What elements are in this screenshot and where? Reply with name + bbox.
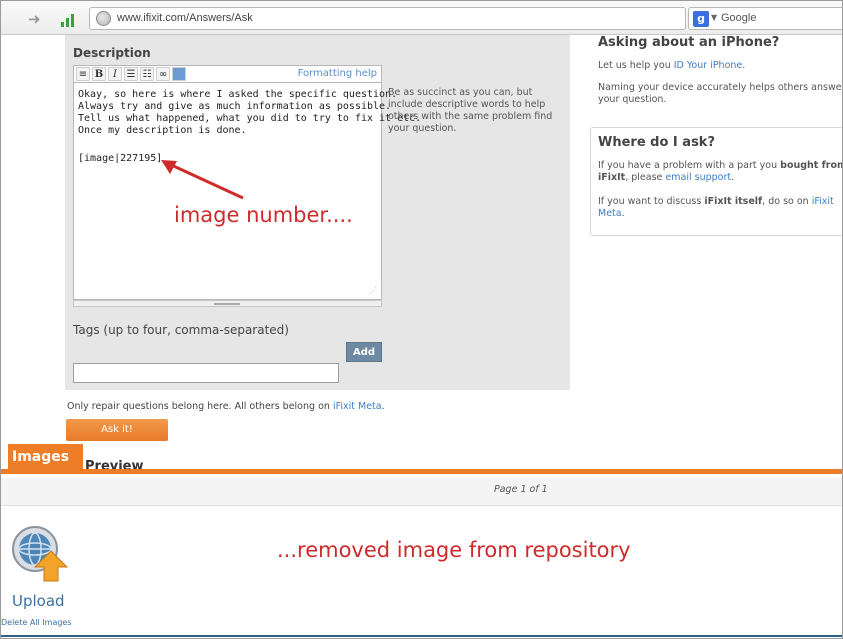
editor-toolbar: ≡ B I ☰ ☷ ∞ Formatting help — [73, 65, 382, 83]
iphone-help-prefix: Let us help you — [598, 60, 671, 71]
tags-input[interactable] — [73, 363, 339, 383]
formatting-help-link[interactable]: Formatting help — [298, 68, 377, 79]
numbered-list-icon[interactable]: ☷ — [140, 67, 154, 81]
delete-all-images-link[interactable]: Delete All Images — [1, 618, 72, 627]
ask-it-button[interactable]: Ask it! — [66, 419, 168, 441]
search-box[interactable]: g ▼ Google — [688, 7, 842, 30]
resize-grip-icon[interactable]: ⋰ — [369, 286, 377, 295]
images-tab[interactable]: Images — [8, 444, 83, 471]
image-token: [image|227195] — [78, 153, 163, 164]
bold-icon[interactable]: B — [92, 67, 106, 81]
italic-icon[interactable]: I — [108, 67, 122, 81]
pagination-strip — [1, 478, 842, 506]
browser-window: ➜ www.ifixit.com/Answers/Ask ☆ ▼ ↻ g ▼ G… — [0, 0, 843, 639]
search-engine-label: Google — [721, 12, 757, 24]
forward-arrow-icon[interactable]: ➜ — [28, 10, 41, 28]
search-engine-dropdown-icon[interactable]: ▼ — [711, 13, 717, 22]
where-meta-prefix: If you want to discuss — [598, 196, 702, 207]
where-parts-mid: , please — [625, 172, 663, 183]
upload-globe-icon[interactable] — [11, 523, 71, 585]
email-support-link[interactable]: email support — [665, 172, 731, 183]
id-your-iphone-link[interactable]: ID Your iPhone — [674, 60, 743, 71]
upload-link[interactable]: Upload — [12, 592, 65, 610]
editor-resize-handle[interactable] — [73, 300, 382, 307]
repair-notice-text: Only repair questions belong here. All o… — [67, 401, 330, 412]
iphone-naming-text: Naming your device accurately helps othe… — [598, 82, 843, 105]
page-indicator: Page 1 of 1 — [494, 484, 548, 495]
description-label: Description — [73, 46, 151, 60]
where-parts-text: If you have a problem with a part you bo… — [598, 160, 842, 184]
bottom-divider — [1, 635, 842, 637]
paragraph-icon[interactable]: ≡ — [76, 67, 90, 81]
iphone-heading: Asking about an iPhone? — [598, 35, 780, 50]
annotation-removed-image: ...removed image from repository — [277, 538, 631, 562]
iphone-help-line: Let us help you ID Your iPhone. — [598, 60, 746, 71]
where-heading: Where do I ask? — [598, 135, 715, 150]
where-meta-text: If you want to discuss iFixIt itself, do… — [598, 196, 834, 219]
annotation-arrow — [161, 160, 244, 200]
signal-bars-icon — [61, 13, 77, 27]
images-panel-bar — [1, 469, 842, 474]
add-tag-button[interactable]: Add — [346, 342, 382, 362]
globe-icon — [96, 11, 111, 26]
obscured-heading: Preview — [85, 459, 144, 469]
google-icon[interactable]: g — [693, 11, 709, 27]
where-meta-bold: iFixIt itself — [704, 196, 763, 207]
repair-notice: Only repair questions belong here. All o… — [67, 401, 385, 412]
browser-toolbar: ➜ www.ifixit.com/Answers/Ask ☆ ▼ ↻ g ▼ G… — [1, 1, 842, 35]
where-parts-prefix: If you have a problem with a part you — [598, 160, 778, 171]
bulleted-list-icon[interactable]: ☰ — [124, 67, 138, 81]
link-icon[interactable]: ∞ — [156, 67, 170, 81]
where-meta-mid: , do so on — [762, 196, 809, 207]
description-help-text: Be as succinct as you can, but include d… — [388, 87, 553, 134]
annotation-image-number: image number.... — [174, 203, 353, 227]
image-icon[interactable] — [172, 67, 186, 81]
description-text: Okay, so here is where I asked the speci… — [78, 89, 422, 136]
address-bar[interactable]: www.ifixit.com/Answers/Ask ☆ ▼ ↻ — [89, 7, 764, 30]
url-text: www.ifixit.com/Answers/Ask — [117, 12, 253, 24]
ifixit-meta-link[interactable]: iFixit Meta — [333, 401, 382, 412]
tags-label: Tags (up to four, comma-separated) — [73, 323, 289, 337]
